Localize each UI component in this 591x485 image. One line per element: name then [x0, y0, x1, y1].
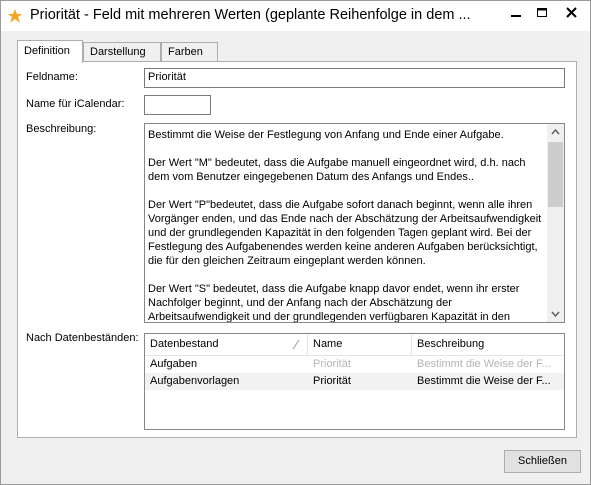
- table-row[interactable]: Aufgabenvorlagen Priorität Bestimmt die …: [145, 373, 564, 390]
- column-header-datenbestand[interactable]: Datenbestand: [145, 334, 308, 355]
- tab-label: Farben: [168, 46, 203, 58]
- cell-beschreibung: Bestimmt die Weise der F...: [417, 375, 551, 387]
- minimize-icon: [511, 15, 521, 17]
- tab-darstellung[interactable]: Darstellung: [83, 42, 161, 62]
- scrollbar-thumb[interactable]: [548, 142, 563, 207]
- cell-name: Priorität: [313, 375, 351, 387]
- column-header-label: Name: [313, 338, 343, 350]
- beschreibung-paragraph: Bestimmt die Weise der Festlegung von An…: [148, 129, 504, 141]
- maximize-icon: [537, 8, 547, 17]
- beschreibung-paragraph: Der Wert "M" bedeutet, dass die Aufgabe …: [148, 157, 526, 183]
- beschreibung-textarea[interactable]: Bestimmt die Weise der Festlegung von An…: [144, 123, 565, 323]
- minimize-button[interactable]: [503, 2, 529, 23]
- column-header-beschreibung[interactable]: Beschreibung: [412, 334, 564, 355]
- column-header-name[interactable]: Name: [308, 334, 412, 355]
- icalendar-field[interactable]: [144, 95, 211, 115]
- scroll-down-icon[interactable]: [547, 305, 564, 322]
- tab-definition[interactable]: Definition: [17, 40, 83, 63]
- cell-name: Priorität: [313, 358, 351, 370]
- datenbestaende-label: Nach Datenbeständen:: [26, 332, 139, 344]
- app-icon: [8, 9, 22, 23]
- beschreibung-paragraph: Der Wert "P"bedeutet, dass die Aufgabe s…: [148, 199, 542, 267]
- maximize-button[interactable]: [529, 2, 555, 23]
- tab-label: Definition: [24, 45, 70, 57]
- dialog-window: Priorität - Feld mit mehreren Werten (ge…: [0, 0, 591, 485]
- beschreibung-paragraph: Der Wert "S" bedeutet, dass die Aufgabe …: [148, 283, 520, 323]
- tab-label: Darstellung: [90, 46, 146, 58]
- sort-indicator-icon: [292, 339, 300, 350]
- feldname-label: Feldname:: [26, 71, 78, 83]
- grid-header: Datenbestand Name Beschreibung: [145, 334, 564, 356]
- table-row[interactable]: Aufgaben Priorität Bestimmt die Weise de…: [145, 356, 564, 373]
- vertical-scrollbar[interactable]: [547, 124, 564, 322]
- feldname-field[interactable]: Priorität: [144, 68, 565, 88]
- title-bar[interactable]: Priorität - Feld mit mehreren Werten (ge…: [1, 1, 590, 31]
- cell-datenbestand: Aufgaben: [150, 358, 198, 370]
- cell-datenbestand: Aufgabenvorlagen: [150, 375, 240, 387]
- feldname-value: Priorität: [148, 71, 186, 83]
- column-header-label: Datenbestand: [150, 338, 219, 350]
- scroll-up-icon[interactable]: [547, 124, 564, 141]
- schliessen-button[interactable]: Schließen: [504, 450, 581, 473]
- column-header-label: Beschreibung: [417, 338, 485, 350]
- datenbestaende-grid: Datenbestand Name Beschreibung Aufgaben …: [144, 333, 565, 430]
- icalendar-label: Name für iCalendar:: [26, 98, 125, 110]
- tab-farben[interactable]: Farben: [161, 42, 218, 62]
- cell-beschreibung: Bestimmt die Weise der F...: [417, 358, 551, 370]
- window-title: Priorität - Feld mit mehreren Werten (ge…: [30, 7, 471, 23]
- beschreibung-label: Beschreibung:: [26, 123, 97, 135]
- close-icon: [566, 7, 577, 18]
- beschreibung-text: Bestimmt die Weise der Festlegung von An…: [148, 128, 543, 323]
- close-button[interactable]: [555, 2, 588, 23]
